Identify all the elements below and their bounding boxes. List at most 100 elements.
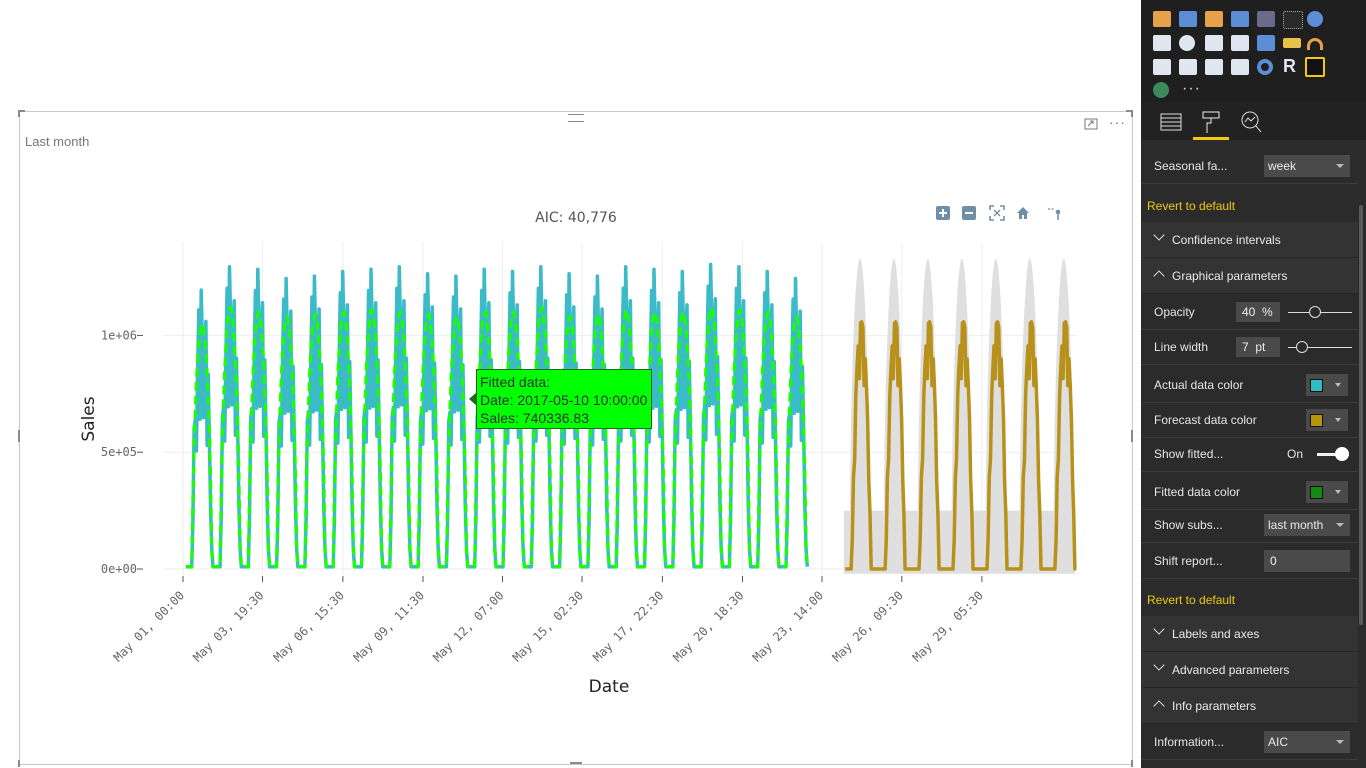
section-graphical-parameters[interactable]: Graphical parameters	[1141, 258, 1358, 294]
show-fitted-label: Show fitted...	[1154, 447, 1224, 461]
information-row: Information... AIC	[1141, 724, 1358, 760]
section-title: Confidence intervals	[1172, 233, 1281, 247]
map-icon[interactable]	[1179, 35, 1195, 51]
revert-to-default-link-1[interactable]: Revert to default	[1147, 199, 1235, 213]
actual-data-color-row: Actual data color	[1141, 367, 1358, 403]
chevron-down-icon	[1335, 418, 1341, 422]
show-fitted-toggle-knob[interactable]	[1335, 447, 1349, 461]
line-width-slider-knob[interactable]	[1296, 341, 1308, 353]
report-canvas: Last month ··· 0e+00 5e+05 1e+06 May 01, 00…	[0, 0, 1140, 768]
x-tick-label: May 15, 02:30	[510, 588, 586, 664]
opacity-value: 40	[1242, 305, 1256, 319]
filled-map-icon[interactable]	[1257, 35, 1275, 51]
show-subset-dropdown[interactable]: last month	[1264, 514, 1350, 536]
zoom-in-icon[interactable]	[935, 205, 951, 221]
line-width-label: Line width	[1154, 340, 1209, 354]
donut-chart-icon[interactable]	[1257, 59, 1273, 75]
x-tick-label: May 23, 14:00	[750, 588, 826, 664]
chevron-down-icon	[1336, 164, 1344, 168]
show-fitted-state: On	[1287, 447, 1304, 461]
area-chart-icon[interactable]	[1153, 11, 1171, 27]
section-labels-and-axes[interactable]: Labels and axes	[1141, 616, 1358, 652]
x-tick-label: May 01, 00:00	[111, 588, 187, 664]
section-title: Info parameters	[1172, 699, 1257, 713]
tooltip-series: Fitted data:	[480, 374, 551, 390]
section-confidence-intervals[interactable]: Confidence intervals	[1141, 222, 1358, 258]
active-tab-indicator	[1193, 137, 1229, 140]
line-width-unit: pt	[1255, 340, 1266, 354]
chevron-down-icon	[1153, 659, 1165, 671]
kpi-icon[interactable]	[1205, 59, 1223, 75]
funnel-icon[interactable]	[1283, 38, 1301, 48]
scatter-chart-icon[interactable]	[1283, 11, 1303, 29]
y-tick-label: 5e+05	[101, 445, 137, 459]
line-width-input[interactable]: 7 pt	[1236, 337, 1280, 357]
x-tick-label: May 29, 05:30	[910, 588, 986, 664]
visual-gallery: R ···	[1141, 0, 1366, 102]
globe-map-icon[interactable]	[1153, 82, 1169, 98]
resize-handle-bottom[interactable]	[570, 762, 582, 764]
x-axis-label: Date	[589, 677, 630, 697]
seasonal-factor-dropdown[interactable]: week	[1264, 155, 1350, 177]
forecast-custom-visual-icon[interactable]	[1305, 57, 1325, 77]
pane-scrollbar[interactable]	[1359, 205, 1363, 625]
opacity-label: Opacity	[1154, 305, 1195, 319]
visualizations-pane: R ··· Seasonal fa... week Revert to defa…	[1141, 0, 1366, 768]
toggle-spike-lines-icon[interactable]	[1047, 205, 1063, 221]
resize-handle-right[interactable]	[1131, 430, 1133, 442]
opacity-slider-knob[interactable]	[1309, 306, 1321, 318]
shift-report-input[interactable]: 0	[1264, 550, 1350, 572]
line-width-row: Line width 7 pt	[1141, 329, 1358, 365]
information-dropdown[interactable]: AIC	[1264, 731, 1350, 753]
forecast-data-color-row: Forecast data color	[1141, 402, 1358, 438]
line-clustered-column-icon[interactable]	[1205, 11, 1223, 27]
section-advanced-parameters[interactable]: Advanced parameters	[1141, 652, 1358, 688]
fields-tab-icon[interactable]	[1155, 108, 1187, 136]
revert-to-default-link-2[interactable]: Revert to default	[1147, 593, 1235, 607]
forecast-data-color-picker[interactable]	[1306, 409, 1348, 431]
section-title: Advanced parameters	[1172, 663, 1290, 677]
opacity-input[interactable]: 40 %	[1236, 302, 1280, 322]
resize-handle-bl[interactable]	[18, 760, 20, 767]
section-info-parameters[interactable]: Info parameters	[1141, 688, 1358, 724]
x-tick-label: May 12, 07:00	[430, 588, 506, 664]
chevron-down-icon	[1335, 490, 1341, 494]
resize-handle-left[interactable]	[18, 430, 20, 442]
matrix-icon[interactable]	[1231, 35, 1249, 51]
resize-handle-br[interactable]	[1131, 760, 1133, 767]
x-tick-label: May 17, 22:30	[590, 588, 666, 664]
x-tick-label: May 09, 11:30	[351, 588, 427, 664]
chevron-down-icon	[1336, 523, 1344, 527]
multi-row-card-icon[interactable]	[1153, 59, 1171, 75]
table-icon[interactable]	[1205, 35, 1223, 51]
resize-handle-tr-v[interactable]	[1131, 110, 1133, 117]
gauge-icon[interactable]	[1307, 38, 1323, 50]
show-subset-label: Show subs...	[1154, 518, 1223, 532]
slicer-icon[interactable]	[1231, 59, 1249, 75]
reset-axes-home-icon[interactable]	[1015, 205, 1031, 221]
forecast-visual[interactable]: Last month ··· 0e+00 5e+05 1e+06 May 01, 00…	[19, 111, 1133, 765]
card-icon[interactable]	[1179, 59, 1197, 75]
show-fitted-row: Show fitted... On	[1141, 436, 1358, 472]
ribbon-chart-icon[interactable]	[1257, 11, 1275, 27]
pie-chart-icon[interactable]	[1307, 11, 1323, 27]
actual-data-color-picker[interactable]	[1306, 374, 1348, 396]
tooltip-sales: Sales: 740336.83	[480, 410, 589, 426]
autoscale-icon[interactable]	[989, 205, 1005, 221]
format-tab-icon[interactable]	[1195, 108, 1227, 136]
line-stacked-column-icon[interactable]	[1231, 11, 1249, 27]
resize-handle-tl-v[interactable]	[18, 110, 20, 117]
stacked-area-chart-icon[interactable]	[1179, 11, 1197, 27]
chevron-down-icon	[1336, 740, 1344, 744]
x-tick-label: May 20, 18:30	[670, 588, 746, 664]
more-visuals-icon[interactable]: ···	[1182, 80, 1201, 98]
fitted-data-color-picker[interactable]	[1306, 481, 1348, 503]
r-script-visual-icon[interactable]: R	[1283, 57, 1301, 75]
chevron-down-icon	[1335, 383, 1341, 387]
treemap-icon[interactable]	[1153, 35, 1171, 51]
zoom-out-icon[interactable]	[961, 205, 977, 221]
shift-report-row: Shift report... 0	[1141, 543, 1358, 579]
chart-title: AIC: 40,776	[535, 210, 617, 226]
analytics-tab-icon[interactable]	[1235, 108, 1267, 136]
information-label: Information...	[1154, 735, 1225, 749]
